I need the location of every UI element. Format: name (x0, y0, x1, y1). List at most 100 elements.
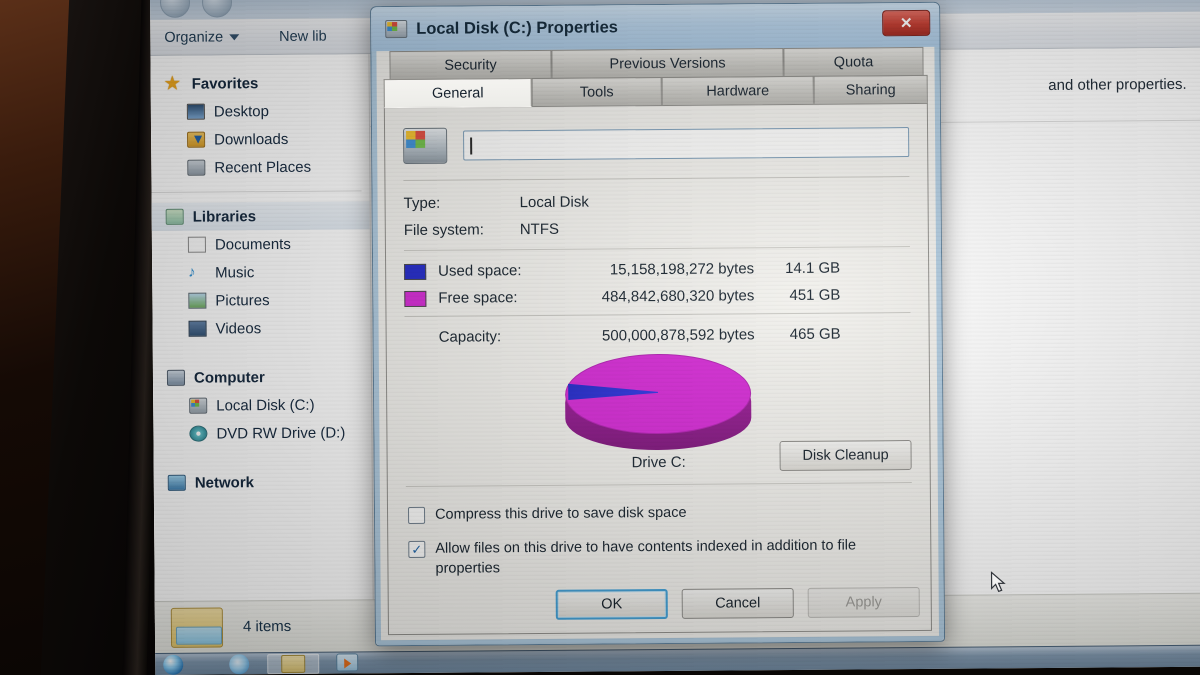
file-system-value: NTFS (519, 220, 560, 239)
photo-of-monitor: Organize New lib ★ Favorites Desktop Dow… (0, 0, 1200, 675)
tab-general[interactable]: General (383, 78, 532, 109)
sidebar-divider (151, 190, 362, 193)
capacity-bytes: 500,000,878,592 bytes (601, 326, 755, 345)
hard-disk-icon (385, 19, 408, 39)
divider-top (403, 176, 910, 182)
disk-cleanup-label: Disk Cleanup (802, 447, 889, 464)
tab-label: Security (444, 56, 497, 74)
index-contents-checkbox[interactable]: ✓ (408, 540, 426, 558)
index-contents-row[interactable]: ✓ Allow files on this drive to have cont… (408, 536, 912, 579)
ok-button[interactable]: OK (555, 588, 668, 620)
sidebar-label: Libraries (192, 207, 257, 226)
used-space-row: Used space: 15,158,198,272 bytes 14.1 GB (404, 254, 910, 285)
new-library-button[interactable]: New lib (279, 28, 327, 44)
document-icon (187, 236, 206, 253)
cancel-button[interactable]: Cancel (681, 587, 794, 619)
local-disk-properties-dialog: Local Disk (C:) Properties ✕ Security Pr… (370, 1, 946, 647)
sidebar-label: Documents (214, 235, 291, 253)
screen-content: Organize New lib ★ Favorites Desktop Dow… (150, 0, 1200, 675)
sidebar-item-recent-places[interactable]: Recent Places (151, 152, 369, 182)
sidebar-label: Downloads (214, 130, 289, 149)
organize-label: Organize (164, 28, 224, 46)
ok-label: OK (601, 596, 623, 613)
folder-icon (170, 606, 224, 648)
tab-label: Tools (579, 83, 614, 101)
sidebar-label: Music (215, 263, 255, 281)
tab-strip: Security Previous Versions Quota General… (383, 46, 928, 109)
new-library-label: New lib (279, 28, 327, 45)
type-fs-group: Type: Local Disk File system: NTFS (404, 186, 910, 244)
dialog-title: Local Disk (C:) Properties (416, 17, 619, 38)
sidebar-label: Desktop (213, 102, 269, 121)
sidebar-item-downloads[interactable]: Downloads (151, 124, 369, 154)
taskbar-item-windows-explorer[interactable] (267, 653, 320, 674)
compress-drive-row[interactable]: Compress this drive to save disk space (407, 502, 912, 526)
capacity-group: Capacity: 500,000,878,592 bytes 465 GB (405, 320, 911, 351)
disk-cleanup-button[interactable]: Disk Cleanup (779, 440, 912, 472)
sidebar-item-computer[interactable]: Computer (153, 362, 371, 392)
sidebar-label: Local Disk (C:) (216, 396, 315, 414)
tab-tools[interactable]: Tools (531, 76, 662, 108)
sidebar-item-music[interactable]: ♪ Music (152, 257, 370, 287)
used-space-label: Used space: (438, 262, 522, 280)
volume-label-input[interactable] (463, 127, 910, 161)
apply-label: Apply (845, 594, 882, 611)
file-system-label: File system: (403, 221, 484, 240)
sidebar-item-local-disk-c[interactable]: Local Disk (C:) (153, 390, 371, 420)
close-icon[interactable]: ✕ (882, 9, 931, 37)
chevron-down-icon (229, 33, 240, 40)
sidebar-item-videos[interactable]: Videos (152, 313, 370, 343)
used-space-swatch (404, 263, 427, 280)
tab-hardware[interactable]: Hardware (661, 75, 814, 106)
sidebar-label: Recent Places (214, 158, 312, 176)
hard-disk-icon (189, 397, 208, 414)
forward-button[interactable] (201, 0, 233, 18)
libraries-icon (165, 208, 184, 225)
tab-label: Sharing (845, 81, 896, 99)
details-blurb: and other properties. (1048, 75, 1187, 94)
pie-graphic (564, 353, 752, 451)
sidebar-label: Pictures (215, 291, 270, 309)
capacity-gb: 465 GB (789, 325, 841, 343)
tab-label: Hardware (706, 82, 770, 100)
cancel-label: Cancel (715, 595, 761, 612)
divider-space (403, 246, 910, 252)
sidebar-label: Computer (193, 368, 265, 387)
type-row: Type: Local Disk (404, 186, 910, 217)
sidebar-item-network[interactable]: Network (154, 467, 372, 497)
sidebar-item-dvd-drive-d[interactable]: DVD RW Drive (D:) (153, 418, 371, 448)
dialog-title-bar[interactable]: Local Disk (C:) Properties ✕ (371, 2, 940, 52)
used-space-bytes: 15,158,198,272 bytes (609, 260, 755, 279)
dialog-panel: Security Previous Versions Quota General… (383, 46, 932, 636)
media-player-icon (336, 652, 359, 672)
sidebar-label: Network (194, 473, 255, 492)
internet-explorer-icon (229, 653, 250, 674)
sidebar-label: Videos (215, 319, 262, 337)
free-space-label: Free space: (438, 289, 518, 307)
windows-orb-icon[interactable] (163, 654, 184, 675)
compress-drive-checkbox[interactable] (407, 506, 426, 524)
downloads-icon (187, 131, 206, 148)
taskbar-item-internet-explorer[interactable] (213, 653, 265, 674)
capacity-label: Capacity: (438, 328, 502, 346)
tab-sharing[interactable]: Sharing (813, 74, 928, 105)
sidebar-item-desktop[interactable]: Desktop (151, 96, 369, 126)
sidebar-item-documents[interactable]: Documents (152, 229, 370, 259)
video-icon (188, 320, 207, 337)
organize-button[interactable]: Organize (164, 28, 240, 46)
sidebar-item-pictures[interactable]: Pictures (152, 285, 370, 315)
tab-quota[interactable]: Quota (783, 46, 924, 78)
desktop-icon (186, 103, 205, 120)
taskbar-item-media-player[interactable] (321, 652, 373, 673)
sidebar-item-libraries[interactable]: Libraries (151, 201, 370, 231)
hard-disk-icon (403, 127, 448, 165)
tab-previous-versions[interactable]: Previous Versions (551, 48, 784, 79)
sidebar-item-favorites[interactable]: ★ Favorites (151, 68, 369, 98)
tab-security[interactable]: Security (389, 49, 552, 81)
music-note-icon: ♪ (188, 263, 196, 281)
compress-drive-label: Compress this drive to save disk space (434, 504, 687, 523)
back-button[interactable] (159, 0, 191, 18)
type-value: Local Disk (519, 193, 589, 212)
index-contents-label: Allow files on this drive to have conten… (435, 537, 857, 577)
divider-capacity (404, 312, 911, 318)
